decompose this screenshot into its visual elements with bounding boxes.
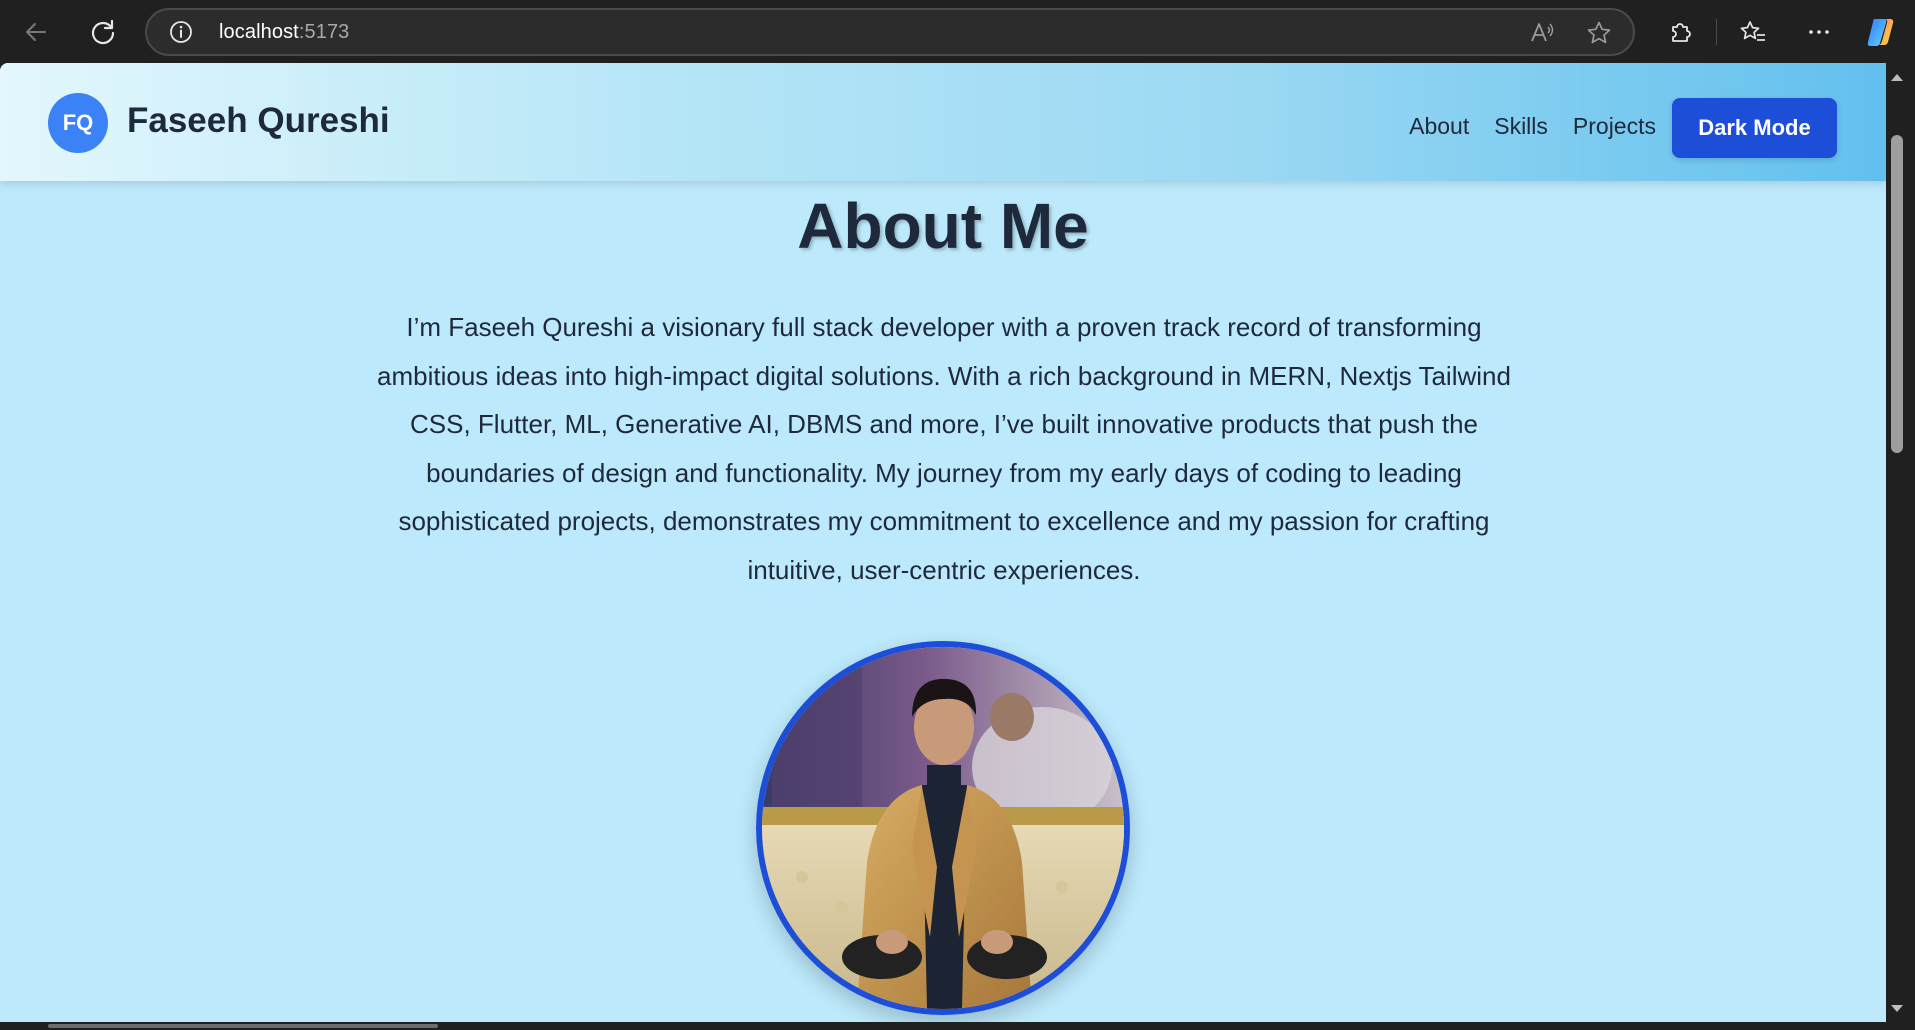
favorites-button[interactable] (1733, 13, 1773, 51)
page-scrollbar[interactable] (1886, 63, 1915, 1022)
more-icon (1809, 30, 1829, 34)
toolbar-separator (1716, 19, 1717, 45)
info-icon[interactable] (169, 20, 193, 44)
favorites-icon (1740, 21, 1765, 41)
reload-icon (91, 19, 115, 45)
about-title: About Me (797, 190, 1089, 262)
brand-name[interactable]: Faseeh Qureshi (127, 101, 390, 141)
scroll-up-icon[interactable] (1889, 71, 1905, 83)
url-port: :5173 (298, 21, 350, 43)
profile-photo-illustration (762, 647, 1124, 1009)
about-paragraph: I’m Faseeh Qureshi a visionary full stac… (377, 312, 1511, 585)
page-viewport: FQ Faseeh Qureshi About Skills Projects … (0, 63, 1886, 1022)
dark-mode-button[interactable]: Dark Mode (1672, 98, 1837, 158)
address-bar[interactable]: localhost:5173 (145, 8, 1635, 56)
star-icon (1587, 21, 1611, 44)
browser-toolbar: localhost:5173 (0, 0, 1915, 63)
url-text[interactable]: localhost:5173 (219, 21, 349, 44)
logo-badge[interactable]: FQ (48, 93, 108, 153)
more-button[interactable] (1799, 13, 1839, 51)
nav-link-skills[interactable]: Skills (1494, 113, 1548, 140)
favorite-button[interactable] (1584, 18, 1614, 48)
url-host: localhost (219, 21, 299, 43)
horizontal-scrollbar[interactable] (0, 1022, 1915, 1030)
nav-link-about[interactable]: About (1409, 113, 1469, 140)
site-navbar: FQ Faseeh Qureshi About Skills Projects … (0, 63, 1886, 181)
scroll-thumb[interactable] (1891, 135, 1903, 453)
nav-links: About Skills Projects (1409, 113, 1656, 140)
back-arrow-icon (26, 23, 46, 41)
read-aloud-button[interactable] (1527, 18, 1557, 48)
reload-button[interactable] (83, 13, 123, 51)
back-button[interactable] (16, 13, 56, 51)
read-aloud-icon (1531, 23, 1554, 42)
copilot-button[interactable] (1861, 13, 1901, 51)
copilot-icon (1867, 19, 1894, 46)
horizontal-scroll-thumb[interactable] (48, 1024, 438, 1028)
scroll-down-icon[interactable] (1889, 1003, 1905, 1015)
nav-link-projects[interactable]: Projects (1573, 113, 1656, 140)
extensions-button[interactable] (1660, 13, 1700, 51)
extensions-icon (1672, 23, 1691, 42)
profile-photo (756, 641, 1130, 1015)
